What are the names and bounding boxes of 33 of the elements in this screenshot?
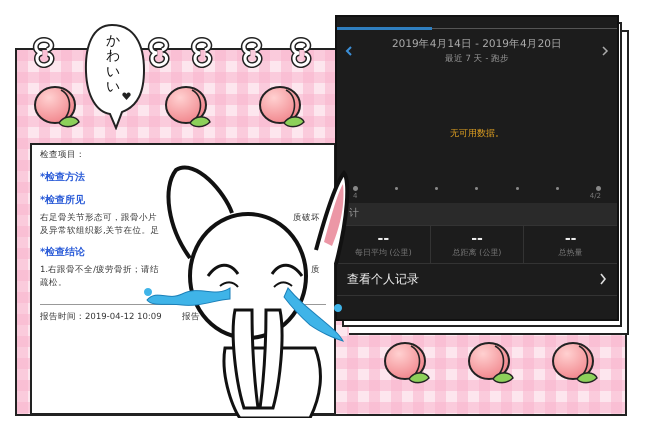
report-text: 及异常软组织影,关节在位。足 — [40, 224, 160, 238]
section-heading: *检查结论 — [40, 246, 86, 260]
chevron-left-icon[interactable] — [345, 46, 353, 56]
report-text: 质 — [311, 264, 321, 277]
report-text: 报告 — [182, 310, 200, 324]
chevron-right-icon[interactable] — [601, 46, 609, 56]
stat-label: 总距离 (公里) — [452, 246, 502, 259]
date-range: 2019年4月14日 - 2019年4月20日 — [391, 37, 563, 52]
stat-label: 总热量 — [558, 246, 584, 259]
report-text: 质破坏 — [293, 212, 321, 224]
chart-dot — [395, 186, 398, 190]
chart-dot — [353, 186, 358, 190]
chart-dot — [435, 186, 438, 190]
subtitle: 最近 7 天 - 跑步 — [444, 52, 510, 66]
report-label: 检查项目： — [40, 149, 86, 162]
chart-dot — [596, 186, 601, 190]
stat-label: 每日平均 (公里) — [354, 246, 413, 259]
report-text: 右足骨关节形态可，跟骨小片 — [40, 212, 157, 224]
chart-dot — [556, 186, 559, 190]
stat-value: -- — [376, 232, 390, 247]
section-heading: *检查所见 — [40, 194, 86, 208]
report-text: 疏松。 — [40, 277, 67, 290]
report-time: 报告时间：2019-04-12 10:09 — [40, 310, 163, 324]
report-text: 1.右跟骨不全/疲劳骨折；请结 — [40, 264, 159, 277]
stat-value: -- — [470, 232, 484, 247]
section-heading: *检查方法 — [40, 170, 86, 185]
stat-value: -- — [564, 232, 578, 247]
heart-icon — [122, 92, 131, 100]
chart-dot — [516, 186, 519, 190]
empty-message: 无可用数据。 — [449, 128, 505, 140]
records-link[interactable]: 查看个人记录 — [347, 270, 419, 288]
chart-dot — [475, 186, 478, 190]
speech-text: かわいい — [106, 34, 120, 96]
